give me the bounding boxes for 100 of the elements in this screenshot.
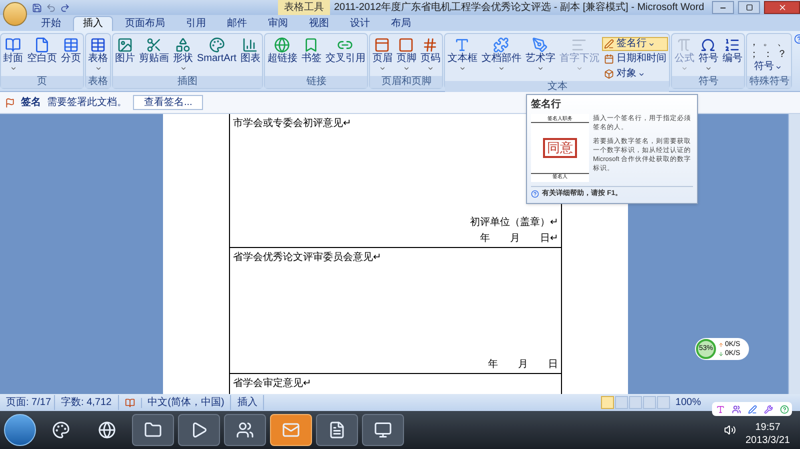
ribbon-button[interactable]: 页脚 [395, 37, 418, 72]
cell-text: 初评单位（盖章）↵ [470, 216, 558, 230]
zoom-level: 100% [674, 396, 702, 410]
ribbon-tab[interactable]: 布局 [382, 17, 420, 31]
ribbon-tab[interactable]: 设计 [341, 17, 379, 31]
preview-stamp: 同意 [543, 138, 577, 158]
cell-heading: 市学会或专委会初评意见↵ [233, 117, 351, 130]
download-arrow-icon [718, 350, 724, 356]
taskbar-app[interactable] [132, 414, 174, 446]
small-ribbon-button[interactable]: 对象 [602, 67, 668, 81]
close-button[interactable] [764, 1, 800, 14]
symbol-button[interactable]: ， [748, 37, 760, 49]
proofing-icon[interactable] [124, 398, 135, 408]
ribbon-button[interactable]: 剪贴画 [138, 37, 170, 65]
taskbar-app[interactable] [178, 414, 220, 446]
bar-chart-icon [242, 37, 258, 53]
undo-icon[interactable] [46, 2, 56, 12]
page-header-icon [374, 37, 390, 53]
wrench-icon[interactable] [764, 404, 772, 414]
ribbon-tab[interactable]: 审阅 [259, 17, 297, 31]
ribbon-button[interactable]: 文档部件 [480, 37, 522, 72]
page-count: 页面: 7/17 [3, 395, 56, 410]
ribbon-tab[interactable]: 邮件 [218, 17, 256, 31]
pi-icon [676, 37, 692, 53]
ribbon-button[interactable]: 空白页 [26, 37, 58, 65]
users-icon[interactable] [732, 404, 740, 414]
numbered-list-icon [724, 37, 740, 53]
text-icon [454, 37, 470, 53]
maximize-button[interactable] [738, 1, 760, 14]
window-title: 2011-2012年度广东省电机工程学会优秀论文评选 - 副本 [兼容模式] - Microsoft Word [334, 0, 704, 15]
document-icon [328, 421, 346, 439]
symbol-button[interactable]: ； [748, 49, 760, 61]
small-ribbon-button[interactable]: 日期和时间 [602, 52, 668, 66]
group-label: 链接 [265, 76, 368, 88]
symbol-menu-button[interactable]: 符号 [754, 61, 782, 73]
picture-icon [117, 37, 133, 53]
start-button[interactable] [4, 414, 36, 446]
ribbon-button[interactable]: 超链接 [266, 37, 298, 65]
cell-heading: 省学会审定意见↵ [233, 377, 311, 390]
save-icon[interactable] [32, 2, 42, 12]
users-icon [236, 421, 254, 439]
globe-icon [274, 37, 290, 53]
pen-icon [604, 39, 614, 49]
upload-arrow-icon [718, 342, 724, 348]
ribbon-button[interactable]: 符号 [697, 37, 720, 72]
grid-icon [63, 37, 79, 53]
message-text: 需要签署此文档。 [47, 96, 127, 110]
box-icon [604, 69, 614, 79]
ribbon-button[interactable]: 页码 [419, 37, 442, 72]
context-tab-group-label: 表格工具 [278, 0, 330, 15]
ribbon-button[interactable]: 艺术字 [524, 37, 556, 72]
book-icon [5, 37, 21, 53]
palette-icon [208, 37, 225, 53]
monitor-icon [374, 421, 392, 439]
message-title: 签名 [21, 96, 41, 110]
ribbon-button[interactable]: 书签 [300, 37, 322, 65]
ribbon-button[interactable]: 文本框 [446, 37, 478, 72]
symbol-button[interactable]: ？ [776, 49, 788, 61]
pen-icon[interactable] [748, 404, 756, 414]
omega-icon [700, 37, 716, 53]
redo-icon[interactable] [60, 2, 70, 12]
symbol-button[interactable]: 。 [762, 37, 774, 49]
puzzle-icon [493, 37, 510, 53]
ribbon-button[interactable]: 图表 [239, 37, 262, 65]
ribbon-tab[interactable]: 插入 [73, 16, 113, 31]
ribbon-button[interactable]: 封面 [2, 37, 24, 72]
taskbar-app[interactable] [362, 414, 404, 446]
ribbon-tab[interactable]: 开始 [32, 17, 70, 31]
ribbon-tab[interactable]: 引用 [177, 17, 215, 31]
symbol-button[interactable]: 、 [776, 37, 788, 49]
group-label: 插图 [113, 76, 262, 88]
ribbon-button[interactable]: 图片 [114, 37, 136, 65]
play-icon [190, 421, 208, 439]
ribbon-tab[interactable]: 页面布局 [116, 17, 174, 31]
volume-icon[interactable] [724, 424, 736, 436]
help-icon[interactable] [780, 404, 788, 414]
flag-icon [5, 98, 15, 108]
cell-heading: 省学会优秀论文评审委员会意见↵ [233, 251, 381, 264]
group-label: 文本 [445, 81, 670, 93]
ribbon-tab[interactable]: 视图 [300, 17, 338, 31]
ribbon-button[interactable]: 页眉 [371, 37, 394, 72]
caret-icon [774, 64, 782, 70]
cell-text: 年 月 日 [488, 358, 558, 372]
help-icon [531, 190, 539, 198]
taskbar-app[interactable] [224, 414, 266, 446]
small-ribbon-button[interactable]: 签名行 [602, 37, 668, 51]
group-label: 符号 [672, 76, 744, 88]
ribbon-button[interactable]: 形状 [172, 37, 194, 72]
ribbon-button[interactable]: 交叉引用 [324, 37, 366, 65]
ribbon-button[interactable]: 表格 [87, 37, 109, 72]
ribbon-button[interactable]: SmartArt [196, 37, 238, 65]
clock-time: 19:57 [755, 421, 780, 434]
language-status: 中文(简体，中国) [142, 395, 232, 410]
taskbar-app[interactable] [316, 414, 358, 446]
text-icon[interactable] [716, 404, 724, 414]
view-signatures-button[interactable]: 查看签名... [133, 95, 204, 110]
pen-icon [532, 37, 548, 53]
ribbon-button[interactable]: 编号 [721, 37, 744, 65]
symbol-button[interactable]: ： [762, 49, 774, 61]
ribbon-button[interactable]: 分页 [60, 37, 82, 65]
